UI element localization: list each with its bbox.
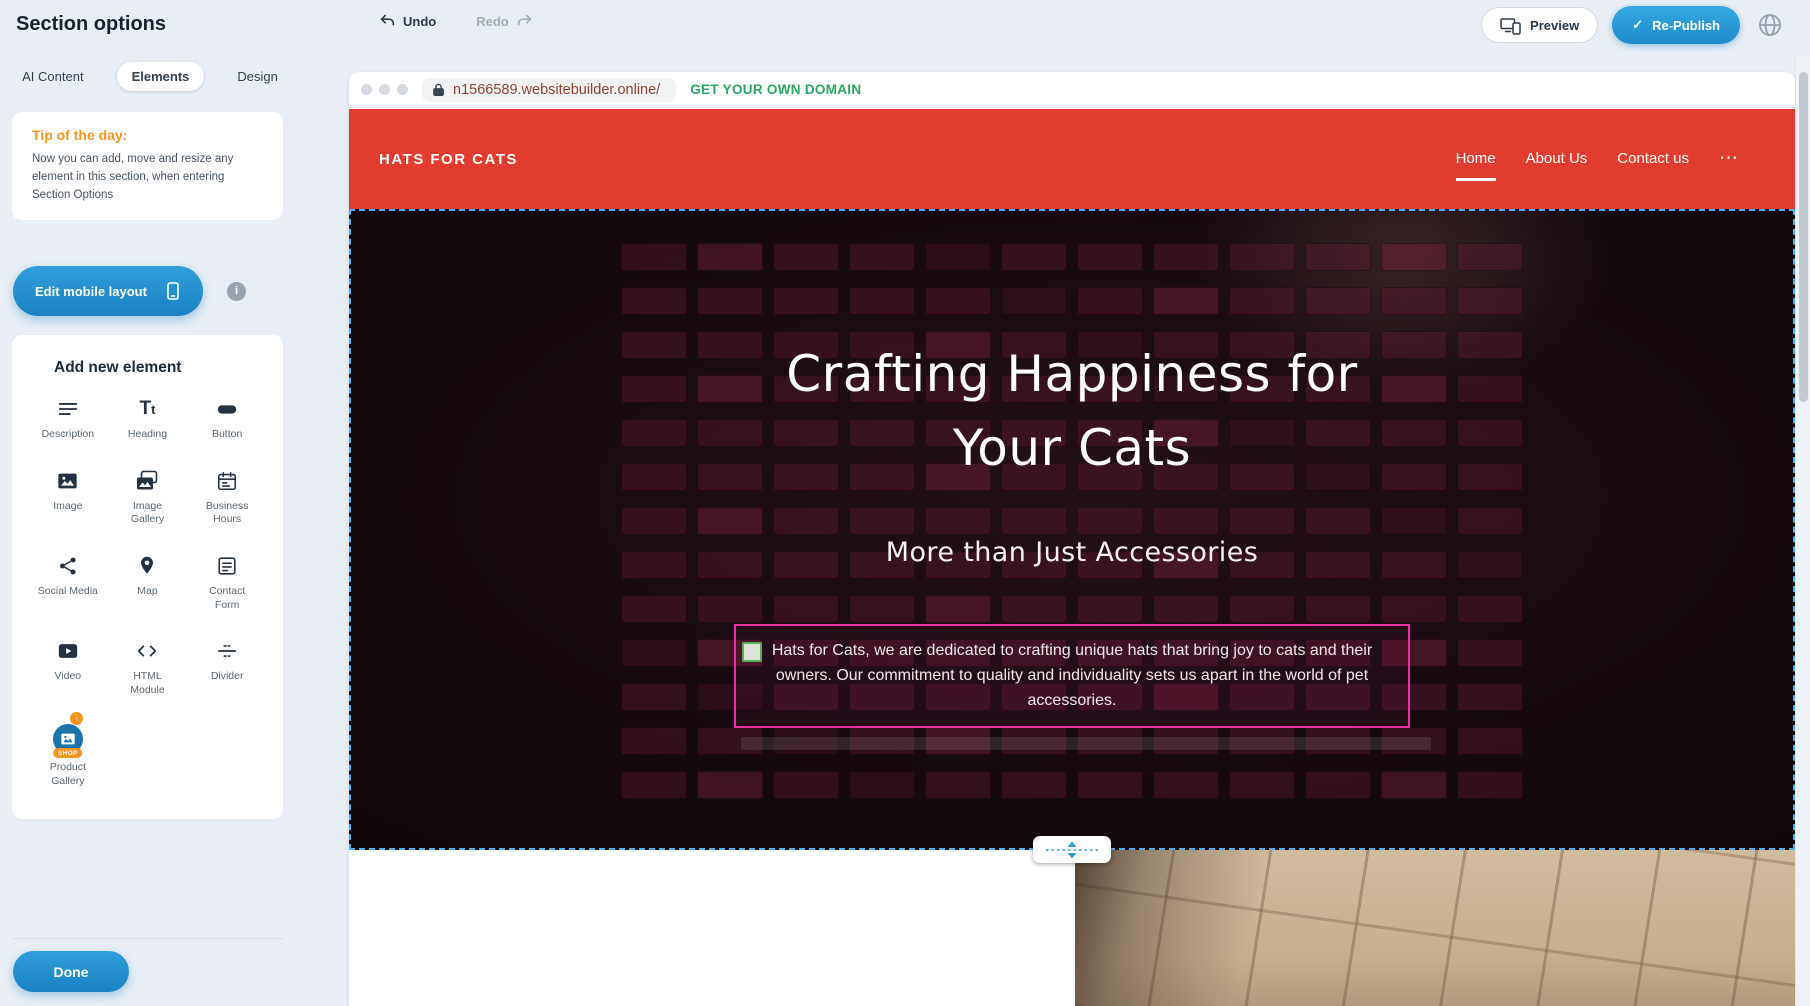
element-divider[interactable]: Divider [187,635,267,699]
next-section[interactable] [349,850,1795,1006]
element-grid: Description Tt Heading Button Image [22,393,273,791]
done-button[interactable]: Done [13,951,129,992]
hero-section[interactable]: Crafting Happiness for Your Cats More th… [349,209,1795,850]
sidebar: AI Content Elements Design Tip of the da… [0,50,300,1006]
mobile-layout-row: Edit mobile layout i [13,266,246,316]
business-hours-icon [216,467,238,495]
description-icon [57,395,79,423]
map-icon [136,552,158,580]
edit-mobile-layout-button[interactable]: Edit mobile layout [13,266,203,316]
html-module-icon [135,637,159,665]
get-domain-link[interactable]: GET YOUR OWN DOMAIN [690,82,861,97]
redo-button[interactable]: Redo [470,11,540,31]
resize-arrows-icon [1042,840,1102,860]
url-text: n1566589.websitebuilder.online/ [453,82,660,98]
stone-floor-image [1075,850,1795,1006]
nav-about-us[interactable]: About Us [1526,150,1588,169]
undo-label: Undo [403,14,436,29]
nav-more-icon[interactable]: ⋯ [1719,147,1739,172]
add-element-panel: Add new element Description Tt Heading B… [12,335,283,819]
tip-of-the-day-card: Tip of the day: Now you can add, move an… [12,112,283,220]
history-controls: Undo Redo [372,11,540,31]
product-gallery-icon: ↑ SHOP [53,722,83,756]
element-drag-handle[interactable] [742,642,762,662]
preview-button[interactable]: Preview [1481,7,1598,43]
url-bar[interactable]: n1566589.websitebuilder.online/ [422,78,676,102]
element-heading[interactable]: Tt Heading [108,393,188,444]
element-business-hours[interactable]: Business Hours [187,465,267,529]
add-element-title: Add new element [54,359,273,377]
sidebar-tabs: AI Content Elements Design [0,62,300,91]
site-nav: Home About Us Contact us ⋯ [1456,147,1765,172]
preview-label: Preview [1530,18,1579,33]
edit-mobile-layout-label: Edit mobile layout [35,284,147,299]
image-gallery-icon [135,467,159,495]
hero-content: Crafting Happiness for Your Cats More th… [349,209,1795,750]
redo-label: Redo [476,14,509,29]
element-video[interactable]: Video [28,635,108,699]
element-html-module[interactable]: HTML Module [108,635,188,699]
heading-icon: Tt [140,395,156,423]
section-resize-handle[interactable] [1033,836,1111,863]
browser-window: n1566589.websitebuilder.online/ GET YOUR… [349,72,1795,1006]
preview-icon [1500,16,1521,35]
page-title: Section options [16,13,166,36]
hover-highlight [741,737,1431,750]
divider-icon [216,637,238,665]
topbar: Section options Undo Redo Preview ✓ Re-P… [0,0,1810,50]
upgrade-dot-icon: ↑ [70,712,83,725]
window-controls [361,84,408,95]
redo-icon [516,12,534,30]
language-globe-icon[interactable] [1754,9,1786,41]
hero-paragraph: Hats for Cats, we are dedicated to craft… [754,639,1390,713]
element-social-media[interactable]: Social Media [28,550,108,614]
topbar-actions: Preview ✓ Re-Publish [1481,6,1786,44]
tip-title: Tip of the day: [32,127,263,143]
undo-icon [378,12,396,30]
element-button[interactable]: Button [187,393,267,444]
site-preview: HATS FOR CATS Home About Us Contact us ⋯… [349,109,1795,1006]
social-media-icon [57,552,79,580]
element-image-gallery[interactable]: Image Gallery [108,465,188,529]
image-icon [56,467,79,495]
republish-button[interactable]: ✓ Re-Publish [1612,6,1740,44]
contact-form-icon [216,552,238,580]
undo-button[interactable]: Undo [372,11,442,31]
browser-chrome: n1566589.websitebuilder.online/ GET YOUR… [349,72,1795,108]
tab-design[interactable]: Design [222,62,292,91]
hero-subheading[interactable]: More than Just Accessories [349,537,1795,568]
tip-body: Now you can add, move and resize any ele… [32,151,263,204]
element-product-gallery[interactable]: ↑ SHOP Product Gallery [28,720,108,790]
hero-heading[interactable]: Crafting Happiness for Your Cats [349,337,1795,485]
lock-icon [432,83,445,97]
video-icon [56,637,80,665]
sidebar-divider [13,938,283,939]
site-logo: HATS FOR CATS [379,151,518,168]
nav-contact-us[interactable]: Contact us [1617,150,1689,169]
element-image[interactable]: Image [28,465,108,529]
button-icon [215,395,239,423]
element-map[interactable]: Map [108,550,188,614]
tab-ai-content[interactable]: AI Content [7,62,98,91]
check-icon: ✓ [1632,17,1643,33]
selected-text-element[interactable]: Hats for Cats, we are dedicated to craft… [734,624,1410,728]
element-description[interactable]: Description [28,393,108,444]
phone-icon [163,281,183,301]
site-header: HATS FOR CATS Home About Us Contact us ⋯ [349,109,1795,209]
republish-label: Re-Publish [1652,18,1720,33]
element-contact-form[interactable]: Contact Form [187,550,267,614]
shop-badge: SHOP [53,748,83,758]
scrollbar-thumb[interactable] [1799,72,1808,402]
info-icon[interactable]: i [227,282,246,301]
page-scrollbar [1795,56,1810,1006]
nav-home[interactable]: Home [1456,150,1496,169]
tab-elements[interactable]: Elements [117,62,205,91]
